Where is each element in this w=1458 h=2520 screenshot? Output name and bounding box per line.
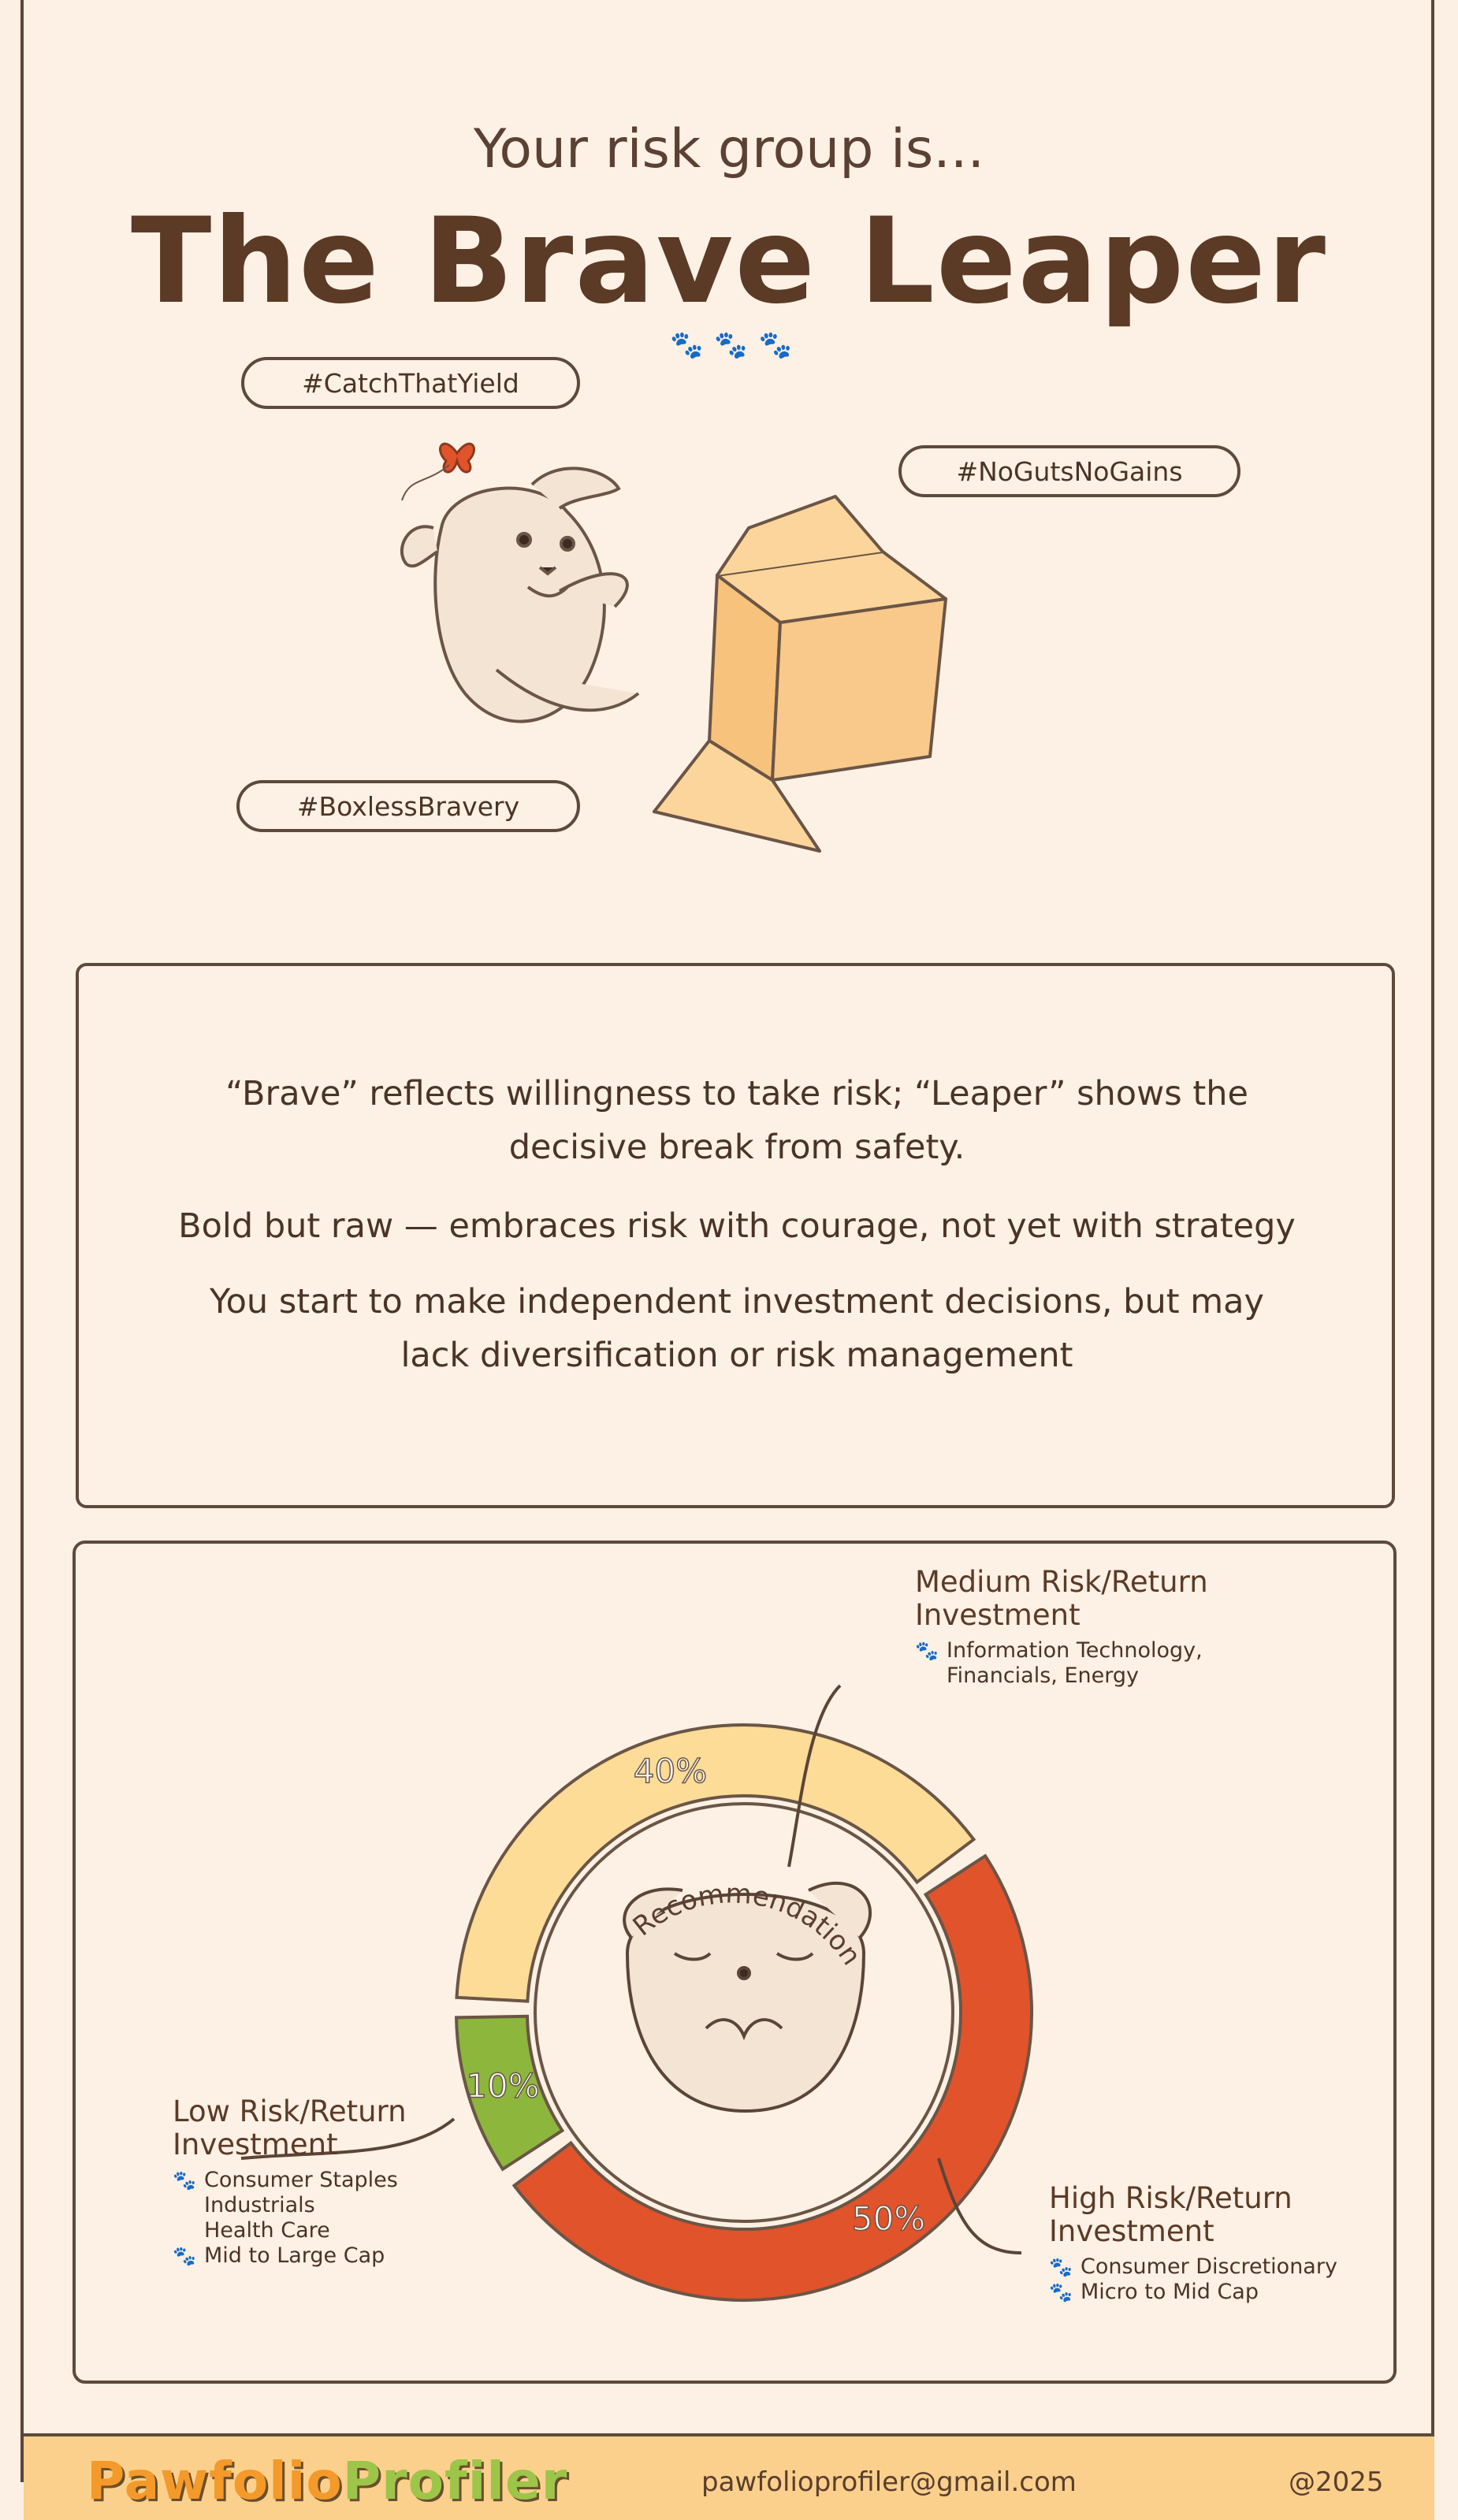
paw-bullet-icon: 🐾 [1049,2281,1073,2303]
butterfly-icon [401,442,475,501]
intro-text: Your risk group is... [473,118,985,180]
high-risk-title: High Risk/Return Investment [1049,2181,1292,2248]
brand-logo: PawfolioProfiler [87,2451,568,2511]
paw-bullet-icon: 🐾 [173,2245,196,2267]
description-card: “Brave” reflects willingness to take ris… [76,963,1395,1508]
cardboard-box-icon [653,495,947,853]
page-title: The Brave Leaper [131,193,1327,330]
high-risk-items: 🐾 Consumer Discretionary 🐾 Micro to Mid Ca… [1049,2254,1337,2304]
copyright: @2025 [1289,2466,1384,2498]
donut-label-high: 50% [852,2199,925,2238]
hashtag-catch-that-yield: #CatchThatYield [241,357,580,409]
description-trait: Bold but raw — embraces risk with courag… [178,1206,1296,1246]
paw-bullet-icon: 🐾 [915,1640,939,1662]
medium-risk-items: 🐾 Information Technology, Financials, Ene… [915,1638,1203,1688]
footer: PawfolioProfiler pawfolioprofiler@gmail.… [24,2433,1434,2520]
low-risk-title: Low Risk/Return Investment [173,2094,407,2161]
donut-label-low: 10% [466,2067,539,2106]
low-risk-items: 🐾 Consumer Staples Industrials Health Car… [173,2168,398,2268]
paw-bullet-icon: 🐾 [1049,2256,1073,2278]
recommendation-card: 40% 50% 10% Recommendation Medium Risk/Ret… [73,1541,1397,2384]
paw-bullet-icon: 🐾 [173,2169,196,2191]
contact-email[interactable]: pawfolioprofiler@gmail.com [701,2466,1077,2498]
cat-leaping-from-box-illustration [400,442,947,853]
medium-risk-title: Medium Risk/Return Investment [915,1565,1208,1632]
cat-icon [400,466,640,723]
donut-label-medium: 40% [634,1752,707,1790]
description-behavior: You start to make independent investment… [210,1282,1264,1375]
description-name-meaning: “Brave” reflects willingness to take ris… [225,1074,1248,1167]
paw-prints-icon: 🐾🐾🐾 [670,329,804,361]
